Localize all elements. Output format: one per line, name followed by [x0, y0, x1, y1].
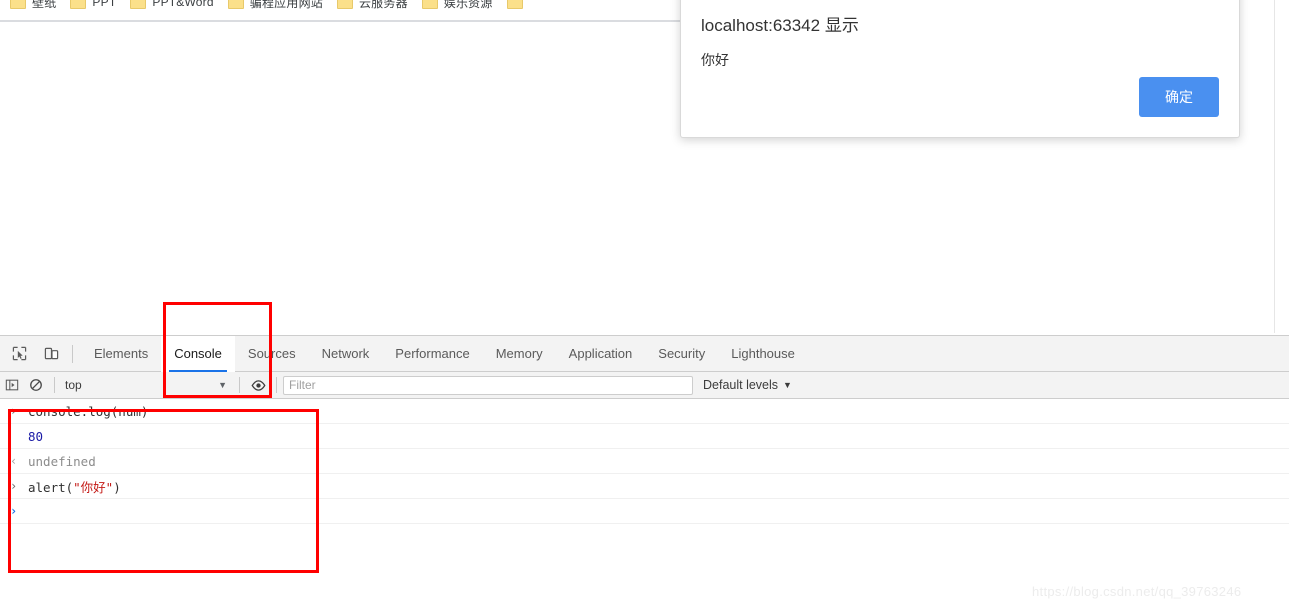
bookmark-item[interactable]: PPT&Word [130, 0, 214, 9]
console-input-arrow-icon: › [10, 479, 18, 493]
page-scrollbar[interactable] [1274, 0, 1289, 333]
device-toolbar-icon[interactable] [38, 341, 64, 367]
chevron-down-icon: ▼ [783, 380, 792, 390]
folder-icon [227, 0, 244, 9]
console-output[interactable]: › console.log(num) 80 ‹ undefined › aler… [0, 399, 1289, 609]
browser-window: 壁纸 PPT PPT&Word 骗程应用网站 云服务器 娱乐资源 localho… [0, 0, 1289, 610]
devtools-panel: Elements Console Sources Network Perform… [0, 335, 1289, 610]
tab-application[interactable]: Application [556, 336, 646, 372]
console-row-text: 80 [28, 428, 44, 444]
console-row: ‹ undefined [0, 449, 1289, 474]
console-row-text: console.log(num) [28, 403, 149, 419]
tab-lighthouse[interactable]: Lighthouse [718, 336, 808, 372]
console-input-arrow-icon: › [10, 404, 18, 418]
alert-ok-button[interactable]: 确定 [1139, 77, 1219, 117]
console-row: 80 [0, 424, 1289, 449]
tab-performance[interactable]: Performance [382, 336, 482, 372]
bookmark-label: 云服务器 [358, 0, 408, 10]
eye-icon[interactable] [246, 374, 270, 396]
bookmark-item[interactable] [506, 0, 529, 9]
console-output-arrow-icon: ‹ [10, 454, 18, 468]
chevron-down-icon: ▼ [218, 380, 227, 390]
console-toolbar: top ▼ Default levels ▼ [0, 372, 1289, 399]
console-prompt-arrow-icon: › [10, 504, 18, 518]
bookmark-item[interactable]: PPT [70, 0, 116, 9]
bookmark-label: PPT&Word [152, 0, 214, 9]
folder-icon [506, 0, 523, 9]
bookmark-label: 娱乐资源 [443, 0, 493, 10]
folder-icon [70, 0, 87, 9]
console-toolbar-divider [239, 377, 240, 393]
console-prompt-row[interactable]: › [0, 499, 1289, 524]
tab-console[interactable]: Console [161, 335, 235, 372]
watermark: https://blog.csdn.net/qq_39763246 [1032, 584, 1242, 599]
inspect-element-icon[interactable] [6, 341, 32, 367]
bookmark-item[interactable]: 壁纸 [10, 0, 56, 11]
bookmark-label: 骗程应用网站 [249, 0, 323, 10]
log-levels-label: Default levels [703, 378, 779, 392]
console-row-text: alert("你好") [28, 479, 121, 495]
tab-security[interactable]: Security [645, 336, 718, 372]
bookmark-item[interactable]: 娱乐资源 [421, 0, 493, 11]
bookmark-label: PPT [92, 0, 117, 9]
tab-sources[interactable]: Sources [235, 336, 309, 372]
execution-context-selector[interactable]: top ▼ [61, 375, 233, 395]
alert-message: 你好 [701, 52, 729, 68]
console-sidebar-icon[interactable] [0, 374, 24, 396]
tab-memory[interactable]: Memory [483, 336, 556, 372]
tab-elements[interactable]: Elements [81, 336, 161, 372]
bookmark-label: 壁纸 [32, 0, 57, 10]
javascript-alert-dialog: localhost:63342 显示 你好 确定 [680, 0, 1240, 138]
execution-context-label: top [65, 378, 82, 392]
console-toolbar-divider [54, 377, 55, 393]
console-toolbar-divider [276, 377, 277, 393]
bookmark-item[interactable]: 云服务器 [336, 0, 408, 11]
folder-icon [130, 0, 147, 9]
folder-icon [421, 0, 438, 9]
bookmark-item[interactable]: 骗程应用网站 [227, 0, 323, 11]
devtools-tabbar: Elements Console Sources Network Perform… [0, 335, 1289, 372]
console-row: › console.log(num) [0, 399, 1289, 424]
folder-icon [10, 0, 26, 9]
alert-title: localhost:63342 显示 [701, 16, 859, 35]
log-levels-dropdown[interactable]: Default levels ▼ [703, 378, 792, 392]
folder-icon [336, 0, 353, 9]
console-filter-input[interactable] [283, 375, 693, 395]
clear-console-icon[interactable] [24, 374, 48, 396]
console-row: › alert("你好") [0, 474, 1289, 499]
tab-network[interactable]: Network [309, 336, 383, 372]
tabbar-divider [72, 344, 73, 363]
alert-actions: 确定 [1139, 77, 1219, 117]
console-row-text: undefined [28, 453, 96, 469]
